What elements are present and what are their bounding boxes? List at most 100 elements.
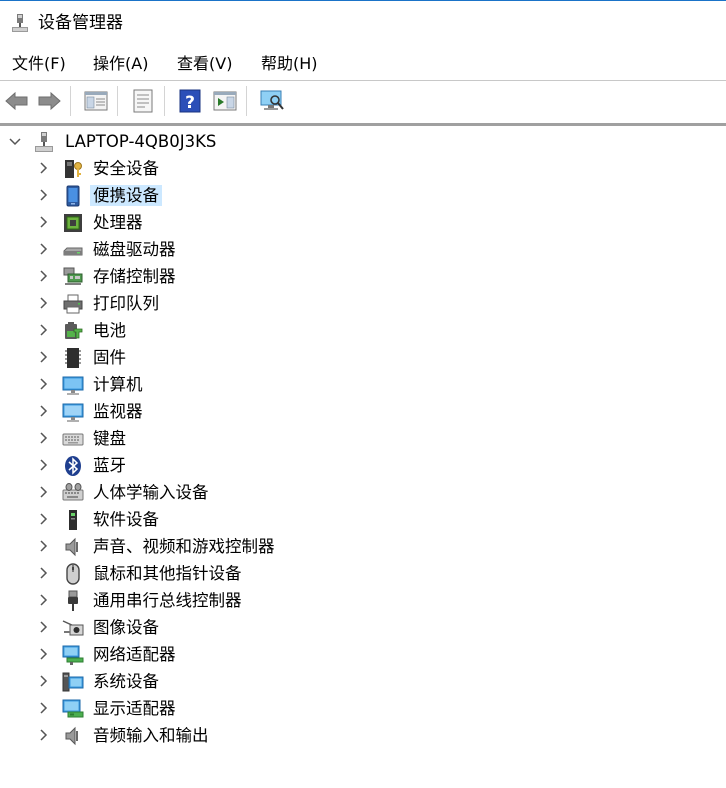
chevron-right-icon[interactable] [36, 539, 50, 553]
svg-text:?: ? [185, 93, 195, 113]
chevron-right-icon[interactable] [36, 161, 50, 175]
tree-item-label: 电池 [93, 321, 126, 340]
tree-item[interactable]: 便携设备 [0, 182, 726, 209]
tree-item[interactable]: 通用串行总线控制器 [0, 587, 726, 614]
chevron-right-icon[interactable] [36, 674, 50, 688]
tree-item-label: 处理器 [93, 213, 143, 232]
tree-item-label: 磁盘驱动器 [93, 240, 176, 259]
tree-root[interactable]: LAPTOP-4QB0J3KS [0, 128, 726, 155]
chevron-right-icon[interactable] [36, 296, 50, 310]
forward-arrow-icon[interactable] [35, 87, 63, 115]
computer-icon [62, 376, 84, 395]
tree-item-label: 便携设备 [90, 185, 162, 206]
tree-item[interactable]: 声音、视频和游戏控制器 [0, 533, 726, 560]
tree-item[interactable]: 网络适配器 [0, 641, 726, 668]
toolbar-separator-line [0, 123, 726, 126]
computer-tower-icon [35, 132, 53, 152]
toolbar-separator [70, 86, 71, 116]
toolbar-separator [164, 86, 165, 116]
toolbar-separator [246, 86, 247, 116]
software-device-icon [69, 510, 77, 530]
back-arrow-icon[interactable] [3, 87, 31, 115]
menu-view[interactable]: 查看(V) [175, 54, 234, 74]
chevron-right-icon[interactable] [36, 728, 50, 742]
tree-item-label: 安全设备 [93, 159, 159, 178]
chevron-right-icon[interactable] [36, 215, 50, 229]
tree-item-label: 存储控制器 [93, 267, 176, 286]
tree-item[interactable]: 显示适配器 [0, 695, 726, 722]
toolbar-separator [117, 86, 118, 116]
tree-item[interactable]: 系统设备 [0, 668, 726, 695]
tree-item-label: 固件 [93, 348, 126, 367]
tree-item[interactable]: 处理器 [0, 209, 726, 236]
tree-item[interactable]: 图像设备 [0, 614, 726, 641]
tree-item[interactable]: 磁盘驱动器 [0, 236, 726, 263]
menu-separator [0, 80, 726, 81]
chevron-right-icon[interactable] [36, 485, 50, 499]
tree-item[interactable]: 固件 [0, 344, 726, 371]
tree-item-label: 网络适配器 [93, 645, 176, 664]
chevron-right-icon[interactable] [36, 458, 50, 472]
portable-device-icon [66, 185, 80, 207]
system-device-icon [62, 672, 84, 692]
tree-item[interactable]: 监视器 [0, 398, 726, 425]
menu-file[interactable]: 文件(F) [10, 54, 68, 74]
speaker-icon [65, 537, 78, 557]
tree-item[interactable]: 人体学输入设备 [0, 479, 726, 506]
tree-item-label: 键盘 [93, 429, 126, 448]
tree-item-label: 蓝牙 [93, 456, 126, 475]
chevron-right-icon[interactable] [36, 431, 50, 445]
tree-item-label: 人体学输入设备 [93, 483, 209, 502]
camera-icon [62, 620, 84, 636]
device-manager-icon [12, 14, 28, 32]
tree-item[interactable]: 软件设备 [0, 506, 726, 533]
security-key-icon [65, 160, 82, 178]
device-tree: LAPTOP-4QB0J3KS 安全设备 便携设备 处理器 磁盘驱动器 存储控制… [0, 128, 726, 788]
tree-item[interactable]: 音频输入和输出 [0, 722, 726, 749]
tree-item-label: 监视器 [93, 402, 143, 421]
chevron-right-icon[interactable] [36, 566, 50, 580]
scan-hardware-icon[interactable] [258, 87, 286, 115]
hid-icon [62, 483, 84, 501]
tree-item-label: 通用串行总线控制器 [93, 591, 242, 610]
action-pane-icon[interactable] [211, 87, 239, 115]
properties-icon[interactable] [129, 87, 157, 115]
tree-item-label: 系统设备 [93, 672, 159, 691]
title-bar[interactable]: 设备管理器 [0, 1, 726, 45]
tree-item[interactable]: 存储控制器 [0, 263, 726, 290]
processor-icon [64, 214, 82, 232]
tree-root-label: LAPTOP-4QB0J3KS [65, 132, 217, 151]
chevron-right-icon[interactable] [36, 323, 50, 337]
chevron-right-icon[interactable] [36, 620, 50, 634]
chevron-right-icon[interactable] [36, 242, 50, 256]
tree-item[interactable]: 键盘 [0, 425, 726, 452]
storage-controller-icon [63, 267, 83, 285]
help-icon[interactable]: ? [176, 87, 204, 115]
chevron-right-icon[interactable] [36, 647, 50, 661]
tree-item-label: 声音、视频和游戏控制器 [93, 537, 275, 556]
tree-item[interactable]: 电池 [0, 317, 726, 344]
chevron-right-icon[interactable] [36, 593, 50, 607]
tree-item[interactable]: 安全设备 [0, 155, 726, 182]
chevron-down-icon[interactable] [8, 134, 22, 148]
tree-item[interactable]: 打印队列 [0, 290, 726, 317]
tree-item-label: 打印队列 [93, 294, 159, 313]
chevron-right-icon[interactable] [36, 188, 50, 202]
chevron-right-icon[interactable] [36, 512, 50, 526]
chevron-right-icon[interactable] [36, 377, 50, 391]
chevron-right-icon[interactable] [36, 701, 50, 715]
tree-item[interactable]: 鼠标和其他指针设备 [0, 560, 726, 587]
menu-help[interactable]: 帮助(H) [259, 54, 320, 74]
bluetooth-icon [65, 456, 81, 476]
show-hide-tree-icon[interactable] [82, 87, 110, 115]
chevron-right-icon[interactable] [36, 350, 50, 364]
network-adapter-icon [62, 645, 84, 665]
tree-item-label: 鼠标和其他指针设备 [93, 564, 242, 583]
tree-item[interactable]: 蓝牙 [0, 452, 726, 479]
mouse-icon [66, 563, 80, 585]
tree-item[interactable]: 计算机 [0, 371, 726, 398]
menu-action[interactable]: 操作(A) [91, 54, 150, 74]
audio-io-icon [65, 726, 78, 746]
chevron-right-icon[interactable] [36, 404, 50, 418]
chevron-right-icon[interactable] [36, 269, 50, 283]
